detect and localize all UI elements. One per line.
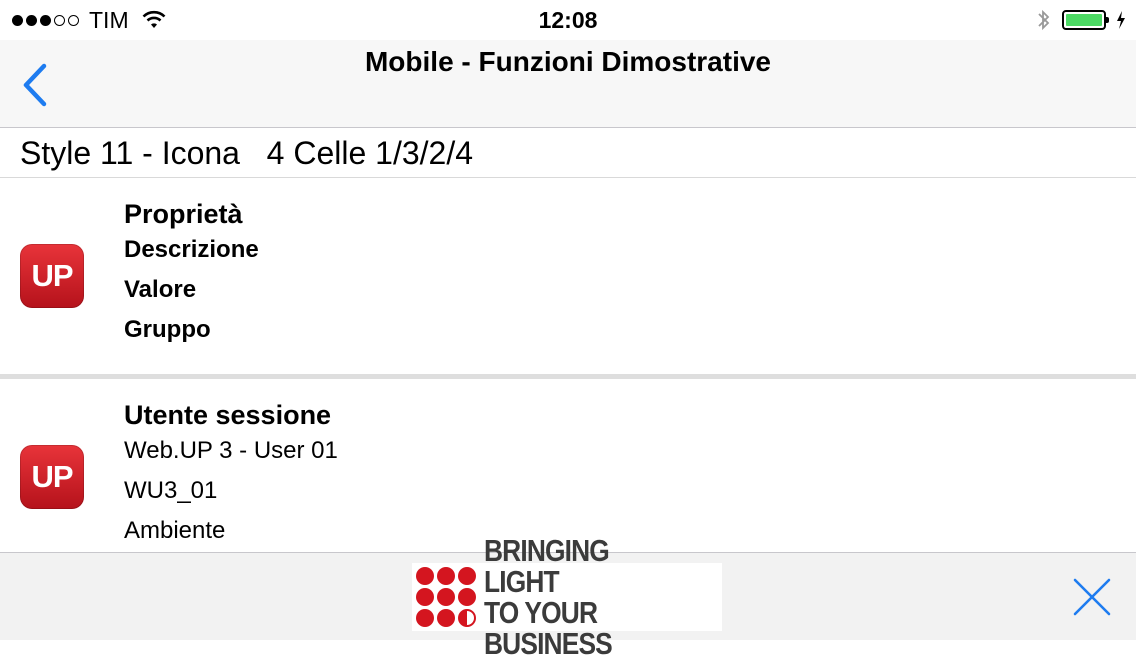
- ad-logo-dots-icon: [416, 567, 476, 627]
- status-bar: TIM 12:08: [0, 0, 1136, 40]
- bluetooth-icon: [1038, 9, 1050, 31]
- cell-line: Valore: [124, 276, 197, 303]
- ad-image[interactable]: BRINGING LIGHT TO YOUR BUSINESS: [412, 535, 722, 659]
- list-item[interactable]: UP Utente sessione Web.UP 3 - User 01 WU…: [0, 379, 1136, 552]
- cell-text: Utente sessione Web.UP 3 - User 01 WU3_0…: [124, 399, 338, 551]
- ad-line-2: TO YOUR BUSINESS: [484, 595, 613, 661]
- section-header: Style 11 - Icona 4 Celle 1/3/2/4: [0, 128, 1136, 178]
- status-right: [1036, 7, 1126, 33]
- cell-text: Proprietà Descrizione Valore Gruppo: [124, 198, 259, 350]
- wifi-icon: [142, 10, 166, 28]
- close-icon: [1073, 578, 1111, 616]
- cell-line: WU3_01: [124, 477, 218, 504]
- section-title: Style 11 - Icona 4 Celle 1/3/2/4: [20, 135, 473, 171]
- charging-icon: [1117, 11, 1125, 29]
- close-ad-button[interactable]: [1072, 577, 1112, 617]
- cell-line: Gruppo: [124, 316, 211, 343]
- carrier-name: TIM: [89, 6, 129, 33]
- cell-title: Utente sessione: [124, 400, 332, 430]
- cell-line: Descrizione: [124, 236, 259, 263]
- up-logo-icon: UP: [20, 445, 84, 509]
- cell-line: Web.UP 3 - User 01: [124, 437, 338, 464]
- status-left: TIM: [12, 7, 167, 33]
- navigation-bar: Mobile - Funzioni Dimostrative: [0, 40, 1136, 128]
- list-item[interactable]: UP Proprietà Descrizione Valore Gruppo: [0, 178, 1136, 374]
- cell-line: Ambiente: [124, 517, 226, 544]
- ad-text: BRINGING LIGHT TO YOUR BUSINESS: [484, 535, 722, 659]
- up-logo-icon: UP: [20, 244, 84, 308]
- signal-strength-icon: [12, 14, 79, 26]
- clock: 12:08: [538, 7, 598, 33]
- ad-line-1: BRINGING LIGHT: [484, 533, 610, 599]
- ad-banner: BRINGING LIGHT TO YOUR BUSINESS: [0, 535, 1136, 659]
- battery-icon: [1062, 10, 1109, 30]
- page-title: Mobile - Funzioni Dimostrative: [364, 46, 771, 77]
- cell-title: Proprietà: [124, 199, 243, 229]
